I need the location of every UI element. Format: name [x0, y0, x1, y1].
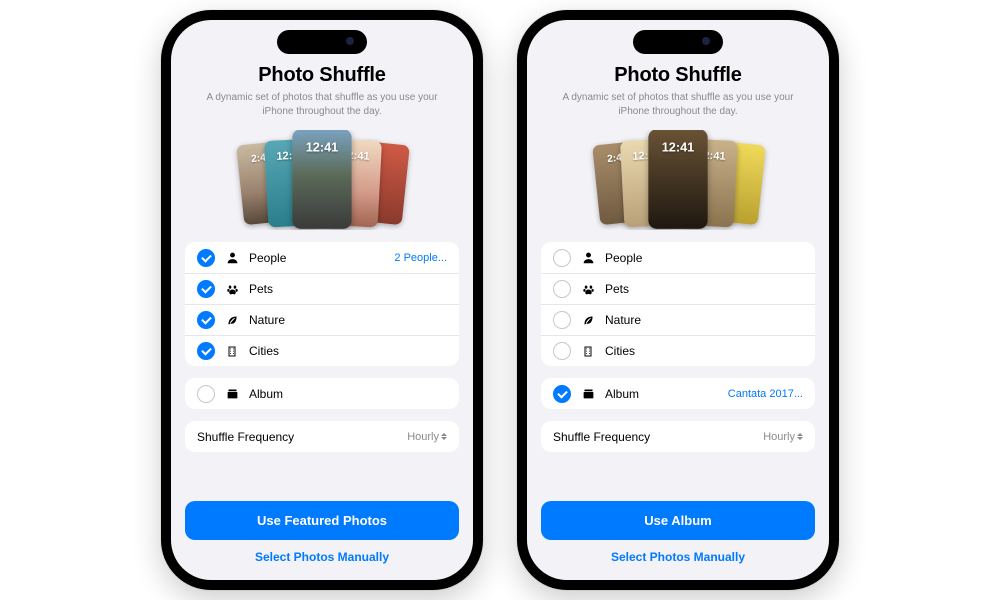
preview-carousel: 2:41 12:41 12:41 12:41 [171, 130, 473, 230]
category-row-pets[interactable]: Pets [185, 273, 459, 304]
checkbox-on-icon[interactable] [197, 342, 215, 360]
category-label: Nature [249, 313, 447, 327]
leaf-icon [581, 313, 595, 327]
paw-icon [225, 282, 239, 296]
page-subtitle: A dynamic set of photos that shuffle as … [191, 91, 453, 118]
stepper-icon [797, 433, 803, 440]
preview-card: 12:41 [292, 130, 351, 229]
album-row[interactable]: Album [185, 378, 459, 409]
primary-action-button[interactable]: Use Featured Photos [185, 501, 459, 540]
screen-right: Photo Shuffle A dynamic set of photos th… [527, 20, 829, 580]
category-label: Nature [605, 313, 803, 327]
album-selected-name[interactable]: Cantata 2017... [728, 388, 803, 400]
phone-mockup-left: Photo Shuffle A dynamic set of photos th… [161, 10, 483, 590]
preview-card: 12:41 [648, 130, 707, 229]
stepper-icon [441, 433, 447, 440]
album-label: Album [605, 387, 718, 401]
category-detail[interactable]: 2 People... [394, 252, 447, 264]
person-icon [225, 251, 239, 265]
building-icon [225, 344, 239, 358]
category-row-people[interactable]: People 2 People... [185, 242, 459, 273]
checkbox-off-icon[interactable] [553, 280, 571, 298]
checkbox-off-icon[interactable] [553, 249, 571, 267]
checkbox-on-icon[interactable] [197, 311, 215, 329]
person-icon [581, 251, 595, 265]
page-title: Photo Shuffle [547, 64, 809, 87]
building-icon [581, 344, 595, 358]
frequency-label: Shuffle Frequency [197, 430, 397, 444]
category-row-cities[interactable]: Cities [185, 335, 459, 366]
page-title: Photo Shuffle [191, 64, 453, 87]
paw-icon [581, 282, 595, 296]
checkbox-on-icon[interactable] [197, 249, 215, 267]
album-list: Album Cantata 2017... [541, 378, 815, 409]
frequency-list: Shuffle Frequency Hourly [541, 421, 815, 452]
checkbox-on-icon[interactable] [553, 385, 571, 403]
preview-carousel: 2:41 12:41 12:41 12:41 [527, 130, 829, 230]
checkbox-off-icon[interactable] [553, 342, 571, 360]
checkbox-on-icon[interactable] [197, 280, 215, 298]
category-label: People [249, 251, 384, 265]
category-list: People 2 People... Pets Nature Cities [185, 242, 459, 366]
checkbox-off-icon[interactable] [197, 385, 215, 403]
secondary-action-button[interactable]: Select Photos Manually [541, 540, 815, 566]
screen-left: Photo Shuffle A dynamic set of photos th… [171, 20, 473, 580]
header: Photo Shuffle A dynamic set of photos th… [171, 20, 473, 126]
header: Photo Shuffle A dynamic set of photos th… [527, 20, 829, 126]
footer: Use Featured Photos Select Photos Manual… [171, 493, 473, 580]
frequency-row[interactable]: Shuffle Frequency Hourly [541, 421, 815, 452]
frequency-row[interactable]: Shuffle Frequency Hourly [185, 421, 459, 452]
checkbox-off-icon[interactable] [553, 311, 571, 329]
category-row-people[interactable]: People [541, 242, 815, 273]
category-list: People Pets Nature Cities [541, 242, 815, 366]
phone-mockup-right: Photo Shuffle A dynamic set of photos th… [517, 10, 839, 590]
category-label: Pets [249, 282, 447, 296]
page-subtitle: A dynamic set of photos that shuffle as … [547, 91, 809, 118]
album-row[interactable]: Album Cantata 2017... [541, 378, 815, 409]
category-label: Cities [605, 344, 803, 358]
frequency-label: Shuffle Frequency [553, 430, 753, 444]
frequency-list: Shuffle Frequency Hourly [185, 421, 459, 452]
album-icon [581, 387, 595, 401]
category-row-nature[interactable]: Nature [185, 304, 459, 335]
frequency-value[interactable]: Hourly [763, 431, 803, 443]
category-row-cities[interactable]: Cities [541, 335, 815, 366]
category-label: Cities [249, 344, 447, 358]
secondary-action-button[interactable]: Select Photos Manually [185, 540, 459, 566]
category-label: People [605, 251, 803, 265]
album-icon [225, 387, 239, 401]
category-label: Pets [605, 282, 803, 296]
album-label: Album [249, 387, 447, 401]
frequency-value[interactable]: Hourly [407, 431, 447, 443]
footer: Use Album Select Photos Manually [527, 493, 829, 580]
primary-action-button[interactable]: Use Album [541, 501, 815, 540]
category-row-pets[interactable]: Pets [541, 273, 815, 304]
category-row-nature[interactable]: Nature [541, 304, 815, 335]
album-list: Album [185, 378, 459, 409]
leaf-icon [225, 313, 239, 327]
